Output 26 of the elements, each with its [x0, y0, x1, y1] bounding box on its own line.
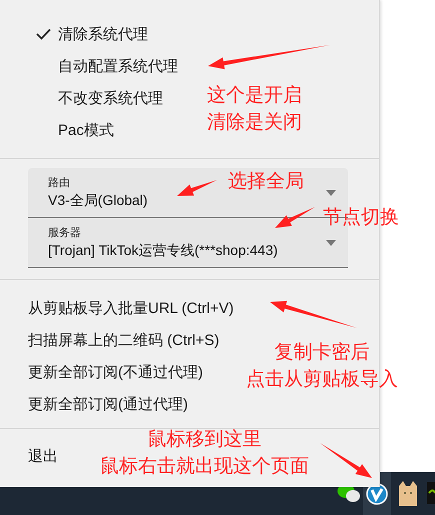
arrow: [320, 443, 372, 478]
menu-item[interactable]: 扫描屏幕上的二维码 (Ctrl+S): [28, 324, 220, 356]
caret-icon: [326, 190, 336, 196]
menu-item[interactable]: 退出: [28, 440, 58, 472]
menu-item[interactable]: 从剪贴板导入批量URL (Ctrl+V): [28, 292, 234, 324]
menu-item[interactable]: 清除系统代理: [28, 18, 148, 50]
annotation-text: 点击从剪贴板导入: [246, 368, 398, 392]
dropdown-value: [Trojan] TikTok运营专线(***shop:443): [48, 242, 278, 260]
arrow: [177, 180, 217, 196]
arrow: [275, 207, 315, 228]
menu-item[interactable]: 自动配置系统代理: [28, 50, 178, 82]
dropdown-label: 路由: [48, 176, 70, 190]
dropdown-value: V3-全局(Global): [48, 192, 148, 210]
annotation-text: 鼠标移到这里: [148, 428, 262, 452]
annotation-text: 鼠标右击就出现这个页面: [100, 455, 309, 479]
annotation-text: 这个是开启: [207, 84, 302, 108]
menu-item[interactable]: 不改变系统代理: [28, 82, 163, 114]
cat-icon[interactable]: [397, 480, 419, 506]
caret-icon: [326, 240, 336, 246]
annotation-text: 选择全局: [228, 170, 304, 194]
annotation-text: 清除是关闭: [207, 111, 302, 135]
menu-item[interactable]: 更新全部订阅(不通过代理): [28, 356, 203, 388]
menu-item[interactable]: Pac模式: [28, 114, 114, 146]
menu-item[interactable]: 更新全部订阅(通过代理): [28, 388, 188, 420]
dropdown-label: 服务器: [48, 226, 81, 240]
annotation-text: 复制卡密后: [274, 341, 370, 365]
